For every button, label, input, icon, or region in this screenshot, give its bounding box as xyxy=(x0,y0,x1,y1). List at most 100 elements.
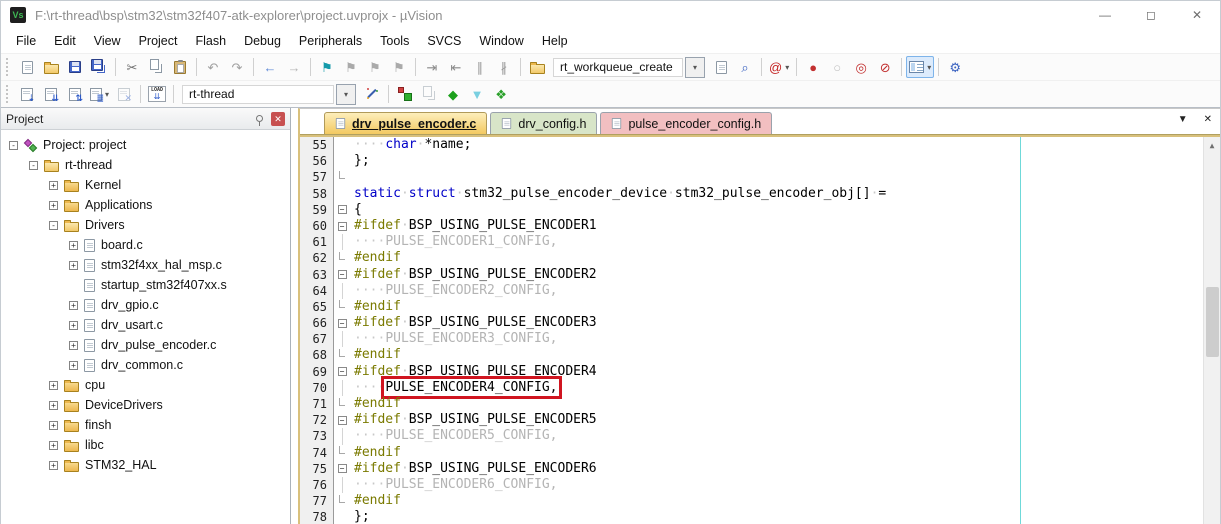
code-line-59[interactable]: 59−{ xyxy=(300,202,1220,218)
clear-bookmarks-button[interactable]: ⚑ xyxy=(387,56,411,78)
options-for-target-button[interactable] xyxy=(360,83,384,105)
scroll-up-arrow-icon[interactable]: ▲ xyxy=(1204,137,1220,154)
navigate-forward-button[interactable]: → xyxy=(282,56,306,78)
tab-pulse_encoder_config-h[interactable]: pulse_encoder_config.h xyxy=(600,112,772,134)
maximize-button[interactable]: ◻ xyxy=(1128,1,1174,29)
open-file-button[interactable] xyxy=(39,56,63,78)
disable-all-breakpoints-button[interactable]: ◎ xyxy=(849,56,873,78)
tree-item-project-project[interactable]: -Project: project xyxy=(1,135,290,155)
fold-column[interactable]: − xyxy=(334,315,350,331)
redo-button[interactable]: ↷ xyxy=(225,56,249,78)
runtime-environment-button[interactable]: ◆ xyxy=(441,83,465,105)
code-line-74[interactable]: 74#endif xyxy=(300,445,1220,461)
menu-item-flash[interactable]: Flash xyxy=(186,31,235,51)
menu-item-svcs[interactable]: SVCS xyxy=(418,31,470,51)
stop-build-button[interactable]: ✕ xyxy=(112,83,136,105)
cut-button[interactable]: ✂ xyxy=(120,56,144,78)
save-button[interactable] xyxy=(63,56,87,78)
indent-button[interactable]: ⇥ xyxy=(420,56,444,78)
scrollbar-thumb[interactable] xyxy=(1206,287,1219,357)
fold-collapse-icon[interactable]: − xyxy=(338,205,347,214)
code-line-69[interactable]: 69−#ifdef·BSP_USING_PULSE_ENCODER4 xyxy=(300,364,1220,380)
quick-search-button[interactable]: @▾ xyxy=(766,56,792,78)
find-in-files-button[interactable] xyxy=(525,56,549,78)
menu-item-file[interactable]: File xyxy=(7,31,45,51)
tree-item-devicedrivers[interactable]: +DeviceDrivers xyxy=(1,395,290,415)
target-combobox[interactable]: rt-thread▾ xyxy=(182,84,356,105)
code-line-72[interactable]: 72−#ifdef·BSP_USING_PULSE_ENCODER5 xyxy=(300,412,1220,428)
tree-item-finsh[interactable]: +finsh xyxy=(1,415,290,435)
configure-button[interactable]: ⚙ xyxy=(943,56,967,78)
translate-file-button[interactable]: ⇣ xyxy=(15,83,39,105)
menu-item-window[interactable]: Window xyxy=(470,31,532,51)
fold-column[interactable]: − xyxy=(334,267,350,283)
window-layout-button[interactable]: ▾ xyxy=(906,56,934,78)
uncomment-button[interactable]: ∦ xyxy=(492,56,516,78)
undo-button[interactable]: ↶ xyxy=(201,56,225,78)
search-combobox-dropdown-button[interactable]: ▾ xyxy=(685,57,705,78)
expand-icon[interactable]: + xyxy=(69,241,78,250)
code-line-58[interactable]: 58static·struct·stm32_pulse_encoder_devi… xyxy=(300,186,1220,202)
code-line-65[interactable]: 65#endif xyxy=(300,299,1220,315)
code-line-66[interactable]: 66−#ifdef·BSP_USING_PULSE_ENCODER3 xyxy=(300,315,1220,331)
download-button[interactable]: LOAD⇊ xyxy=(145,83,169,105)
code-line-60[interactable]: 60−#ifdef·BSP_USING_PULSE_ENCODER1 xyxy=(300,218,1220,234)
comment-button[interactable]: ∥ xyxy=(468,56,492,78)
tree-item-drivers[interactable]: -Drivers xyxy=(1,215,290,235)
insert-breakpoint-button[interactable]: ● xyxy=(801,56,825,78)
select-software-packs-button[interactable]: ▼ xyxy=(465,83,489,105)
code-line-64[interactable]: 64····PULSE_ENCODER2_CONFIG, xyxy=(300,283,1220,299)
tree-item-cpu[interactable]: +cpu xyxy=(1,375,290,395)
expand-icon[interactable]: + xyxy=(49,461,58,470)
code-line-67[interactable]: 67····PULSE_ENCODER3_CONFIG, xyxy=(300,331,1220,347)
menu-item-project[interactable]: Project xyxy=(130,31,187,51)
paste-button[interactable] xyxy=(168,56,192,78)
fold-collapse-icon[interactable]: − xyxy=(338,416,347,425)
project-panel-close-button[interactable]: ✕ xyxy=(271,112,285,126)
manage-project-items-button[interactable] xyxy=(393,83,417,105)
navigate-back-button[interactable]: ← xyxy=(258,56,282,78)
manage-books-button[interactable] xyxy=(417,83,441,105)
minimize-button[interactable]: — xyxy=(1082,1,1128,29)
fold-column[interactable]: − xyxy=(334,412,350,428)
tree-item-drv-gpio-c[interactable]: +drv_gpio.c xyxy=(1,295,290,315)
pack-installer-button[interactable]: ❖ xyxy=(489,83,513,105)
fold-column[interactable]: − xyxy=(334,218,350,234)
expand-icon[interactable]: + xyxy=(69,301,78,310)
expand-icon[interactable]: + xyxy=(49,441,58,450)
expand-icon[interactable]: + xyxy=(49,381,58,390)
target-combobox-dropdown-button[interactable]: ▾ xyxy=(336,84,356,105)
code-line-76[interactable]: 76····PULSE_ENCODER6_CONFIG, xyxy=(300,477,1220,493)
expand-icon[interactable]: + xyxy=(49,181,58,190)
next-bookmark-button[interactable]: ⚑ xyxy=(363,56,387,78)
toggle-bookmark-button[interactable]: ⚑ xyxy=(315,56,339,78)
code-line-73[interactable]: 73····PULSE_ENCODER5_CONFIG, xyxy=(300,428,1220,444)
code-line-62[interactable]: 62#endif xyxy=(300,250,1220,266)
fold-column[interactable]: − xyxy=(334,461,350,477)
copy-button[interactable] xyxy=(144,56,168,78)
code-line-78[interactable]: 78}; xyxy=(300,509,1220,524)
close-button[interactable]: ✕ xyxy=(1174,1,1220,29)
kill-all-breakpoints-button[interactable]: ⊘ xyxy=(873,56,897,78)
expand-icon[interactable]: + xyxy=(69,321,78,330)
tab-drv_pulse_encoder-c[interactable]: drv_pulse_encoder.c xyxy=(324,112,487,134)
fold-collapse-icon[interactable]: − xyxy=(338,222,347,231)
code-line-57[interactable]: 57 xyxy=(300,169,1220,185)
close-document-button[interactable]: ✕ xyxy=(1204,114,1212,125)
expand-icon[interactable]: + xyxy=(69,261,78,270)
code-editor[interactable]: 55····char·*name;56};5758static·struct·s… xyxy=(300,137,1220,524)
expand-icon[interactable]: + xyxy=(49,201,58,210)
tree-item-rt-thread[interactable]: -rt-thread xyxy=(1,155,290,175)
fold-collapse-icon[interactable]: − xyxy=(338,367,347,376)
menu-item-view[interactable]: View xyxy=(85,31,130,51)
expand-icon[interactable]: + xyxy=(69,341,78,350)
code-line-70[interactable]: 70····PULSE_ENCODER4_CONFIG, xyxy=(300,380,1220,396)
code-line-68[interactable]: 68#endif xyxy=(300,347,1220,363)
fold-collapse-icon[interactable]: − xyxy=(338,270,347,279)
code-line-55[interactable]: 55····char·*name; xyxy=(300,137,1220,153)
tree-item-applications[interactable]: +Applications xyxy=(1,195,290,215)
tree-item-drv-common-c[interactable]: +drv_common.c xyxy=(1,355,290,375)
expand-icon[interactable]: + xyxy=(49,401,58,410)
batch-build-button[interactable]: ≣▾ xyxy=(87,83,112,105)
search-combobox-value[interactable]: rt_workqueue_create xyxy=(553,58,683,77)
